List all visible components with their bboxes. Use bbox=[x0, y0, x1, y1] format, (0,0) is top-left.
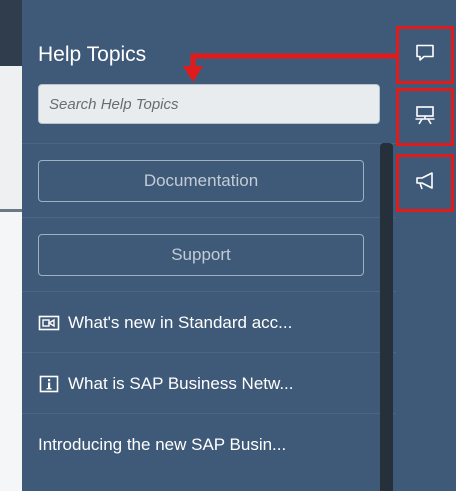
background-header bbox=[0, 0, 22, 66]
list-item[interactable]: What's new in Standard acc... bbox=[22, 291, 396, 352]
documentation-button[interactable]: Documentation bbox=[38, 160, 364, 202]
background-content bbox=[0, 66, 22, 209]
scrollbar[interactable] bbox=[380, 143, 393, 491]
right-rail bbox=[396, 0, 456, 491]
list-row-documentation: Documentation bbox=[22, 143, 396, 217]
chat-bubble-icon bbox=[414, 42, 436, 69]
background-app-strip bbox=[0, 0, 22, 491]
megaphone-icon bbox=[414, 170, 436, 197]
support-button[interactable]: Support bbox=[38, 234, 364, 276]
list-row-support: Support bbox=[22, 217, 396, 291]
link-label: Introducing the new SAP Busin... bbox=[38, 434, 287, 454]
announcements-button[interactable] bbox=[396, 154, 454, 212]
link-label: What's new in Standard acc... bbox=[68, 312, 293, 332]
search-input[interactable] bbox=[39, 85, 379, 123]
help-topics-panel: Help Topics Documentation Support What's… bbox=[22, 0, 396, 491]
presentation-board-icon bbox=[414, 104, 436, 131]
whats-new-link[interactable]: What's new in Standard acc... bbox=[38, 292, 378, 353]
list-item[interactable]: What is SAP Business Netw... bbox=[22, 352, 396, 413]
link-label: What is SAP Business Netw... bbox=[68, 373, 294, 393]
what-is-sap-link[interactable]: What is SAP Business Netw... bbox=[38, 353, 378, 414]
introducing-sap-link[interactable]: Introducing the new SAP Busin... bbox=[38, 414, 378, 475]
list-item[interactable]: Introducing the new SAP Busin... bbox=[22, 413, 396, 474]
video-icon bbox=[38, 314, 60, 332]
search-box[interactable] bbox=[38, 84, 380, 124]
help-topics-list: Documentation Support What's new in Stan… bbox=[22, 143, 396, 491]
chat-button[interactable] bbox=[396, 26, 454, 84]
info-icon bbox=[38, 375, 60, 393]
panel-title: Help Topics bbox=[38, 43, 147, 66]
presentation-button[interactable] bbox=[396, 88, 454, 146]
background-divider bbox=[0, 209, 22, 212]
